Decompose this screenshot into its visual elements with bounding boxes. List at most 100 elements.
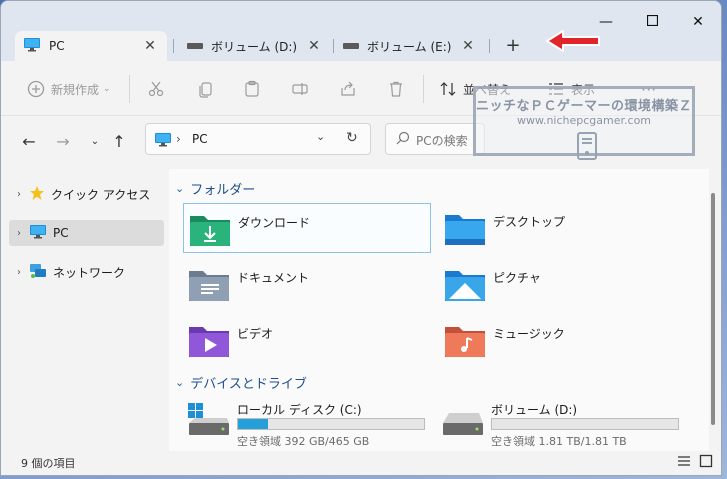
- search-placeholder: PCの検索: [416, 134, 468, 148]
- pictures-folder-icon: [443, 265, 487, 306]
- chevron-down-icon: ⌄: [103, 84, 111, 94]
- rename-button[interactable]: [291, 77, 309, 101]
- network-icon: [29, 263, 47, 282]
- tab-volume-e[interactable]: ボリューム (E:) ✕: [335, 31, 485, 61]
- details-view-button[interactable]: [677, 454, 695, 472]
- share-button[interactable]: [339, 77, 357, 101]
- sidebar-item-label: クイック アクセス: [51, 187, 151, 202]
- drive-name: ボリューム (D:): [491, 403, 578, 417]
- share-icon: [341, 81, 355, 96]
- scissors-icon: [148, 81, 164, 97]
- chevron-right-icon[interactable]: ›: [9, 267, 29, 278]
- folder-tile-downloads[interactable]: ダウンロード: [183, 203, 431, 253]
- drive-tile-d[interactable]: ボリューム (D:) 空き領域 1.81 TB/1.81 TB: [441, 399, 691, 448]
- back-button[interactable]: ←: [17, 130, 41, 154]
- sidebar-item-label: ネットワーク: [53, 265, 126, 280]
- music-folder-icon: [443, 321, 487, 362]
- close-icon[interactable]: ✕: [459, 38, 477, 54]
- desktop-folder-icon: [443, 209, 487, 250]
- minimize-button[interactable]: —: [591, 9, 621, 35]
- drive-free-space: 空き領域 1.81 TB/1.81 TB: [491, 435, 627, 448]
- vertical-scrollbar[interactable]: [709, 181, 717, 445]
- windows-drive-icon: [187, 401, 231, 440]
- drive-icon: [343, 39, 359, 53]
- watermark-url: www.nichepcgamer.com: [516, 114, 652, 127]
- tab-label: ボリューム (E:): [367, 39, 452, 54]
- chevron-right-icon[interactable]: ›: [9, 228, 29, 239]
- drive-icon: [187, 39, 203, 53]
- close-icon[interactable]: ✕: [141, 38, 159, 54]
- drive-usage-fill: [238, 419, 268, 429]
- delete-button[interactable]: [387, 77, 405, 101]
- folder-tile-pictures[interactable]: ピクチャ: [439, 259, 687, 309]
- chevron-right-icon[interactable]: ›: [9, 189, 29, 200]
- close-icon[interactable]: ✕: [305, 38, 323, 54]
- maximize-button[interactable]: [637, 9, 667, 35]
- paste-button[interactable]: [243, 77, 261, 101]
- tab-pc[interactable]: PC ✕: [15, 31, 167, 61]
- cut-button[interactable]: [147, 77, 165, 101]
- tiles-view-icon: [699, 454, 713, 468]
- drive-free-space: 空き領域 392 GB/465 GB: [237, 435, 370, 448]
- toolbar-separator: [129, 75, 130, 103]
- chevron-down-icon: ⌄: [175, 182, 185, 195]
- chevron-down-icon: ⌄: [175, 376, 185, 389]
- new-button[interactable]: 新規作成 ⌄: [27, 77, 111, 101]
- maximize-icon: [646, 14, 658, 27]
- refresh-icon[interactable]: ↻: [346, 130, 358, 146]
- sidebar-item-pc[interactable]: › PC: [9, 220, 164, 246]
- monitor-icon: [29, 224, 47, 243]
- sidebar-item-label: PC: [53, 226, 69, 240]
- star-icon: [29, 185, 45, 204]
- new-tab-button[interactable]: +: [501, 31, 525, 61]
- drive-tile-c[interactable]: ローカル ディスク (C:) 空き領域 392 GB/465 GB: [187, 399, 437, 448]
- folders-group-header[interactable]: ⌄ フォルダー: [175, 179, 255, 198]
- group-title: デバイスとドライブ: [190, 377, 307, 392]
- tab-volume-d[interactable]: ボリューム (D:) ✕: [179, 31, 331, 61]
- search-box[interactable]: PCの検索: [385, 123, 485, 155]
- drive-usage-bar: [491, 418, 679, 430]
- videos-folder-icon: [187, 321, 231, 362]
- folder-tile-desktop[interactable]: デスクトップ: [439, 203, 687, 253]
- sort-icon: [440, 82, 456, 96]
- folder-label: ミュージック: [493, 327, 565, 341]
- details-view-icon: [678, 456, 690, 466]
- folder-label: ピクチャ: [493, 271, 541, 285]
- scrollbar-thumb[interactable]: [711, 193, 715, 425]
- item-count: 9 個の項目: [21, 457, 76, 470]
- toolbar-separator: [423, 75, 424, 103]
- search-icon: [396, 131, 410, 148]
- recent-locations-button[interactable]: ⌄: [83, 130, 107, 154]
- folder-tile-videos[interactable]: ビデオ: [183, 315, 431, 365]
- rename-icon: [292, 83, 308, 95]
- up-button[interactable]: ↑: [107, 130, 131, 154]
- tiles-view-button[interactable]: [699, 454, 717, 472]
- drives-group-header[interactable]: ⌄ デバイスとドライブ: [175, 373, 307, 392]
- sidebar-item-network[interactable]: › ネットワーク: [9, 259, 164, 285]
- hard-drive-icon: [441, 401, 485, 440]
- tab-separator: [333, 39, 334, 53]
- plus-circle-icon: [27, 80, 45, 98]
- group-title: フォルダー: [190, 183, 256, 198]
- folder-tile-music[interactable]: ミュージック: [439, 315, 687, 365]
- folder-label: ダウンロード: [238, 216, 311, 230]
- tab-label: PC: [49, 39, 65, 53]
- sidebar-item-quick-access[interactable]: › クイック アクセス: [9, 181, 164, 207]
- copy-icon: [199, 82, 212, 98]
- forward-button[interactable]: →: [51, 130, 75, 154]
- copy-button[interactable]: [197, 77, 215, 101]
- chevron-down-icon[interactable]: ⌄: [316, 130, 325, 143]
- folder-tile-documents[interactable]: ドキュメント: [183, 259, 431, 309]
- breadcrumb-chevron: ›: [176, 132, 181, 146]
- breadcrumb-pc[interactable]: PC: [192, 132, 208, 146]
- close-button[interactable]: ✕: [683, 9, 713, 35]
- new-label: 新規作成: [51, 82, 100, 97]
- folder-label: デスクトップ: [493, 215, 566, 229]
- folder-label: ドキュメント: [237, 271, 310, 285]
- watermark-title: ニッチなＰＣゲーマーの環境構築Ｚ: [476, 99, 693, 114]
- content-pane: ⌄ フォルダー ダウンロード デスクトップ ドキュメント ピクチャ ビデオ ミュ…: [169, 169, 709, 451]
- folder-label: ビデオ: [237, 327, 274, 341]
- address-bar[interactable]: › PC ⌄ ↻: [145, 123, 371, 155]
- navigation-pane: › クイック アクセス › PC › ネットワーク: [1, 169, 170, 451]
- monitor-icon: [23, 37, 41, 56]
